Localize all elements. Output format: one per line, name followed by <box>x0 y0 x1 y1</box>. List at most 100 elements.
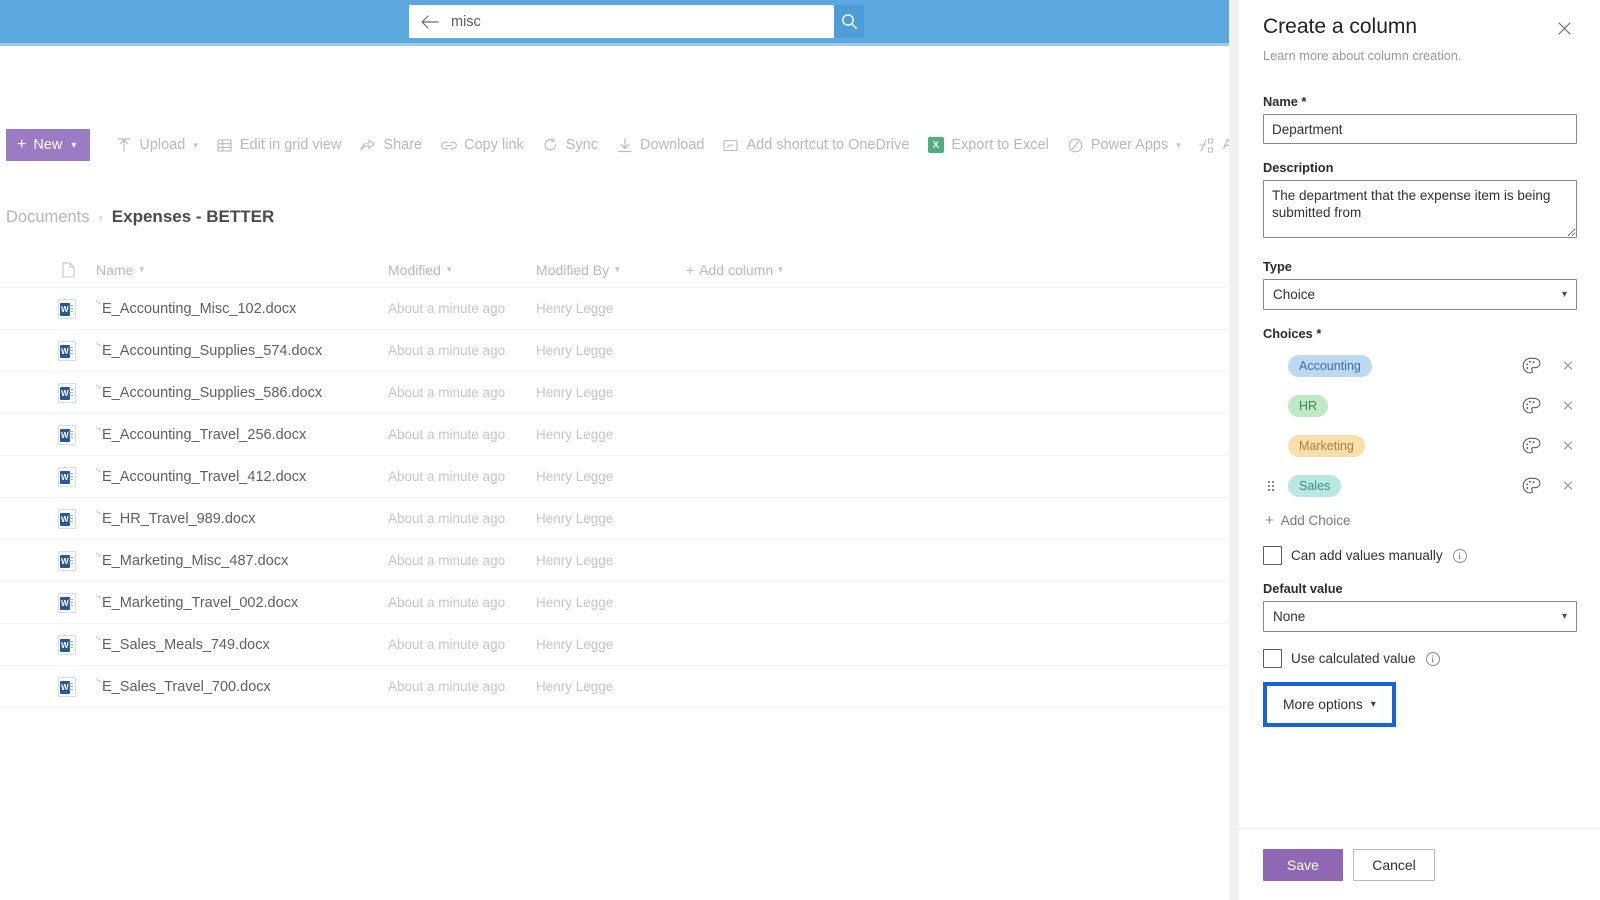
column-header-modified-by[interactable]: Modified By ▾ <box>536 262 686 278</box>
palette-icon[interactable] <box>1522 357 1541 375</box>
name-field-label: Name * <box>1263 94 1577 109</box>
file-modified-cell: About a minute ago <box>388 301 506 316</box>
can-add-values-manually-checkbox[interactable] <box>1263 546 1282 565</box>
close-icon[interactable]: ✕ <box>1561 397 1575 415</box>
panel-subtitle[interactable]: Learn more about column creation. <box>1263 48 1577 63</box>
file-name-cell[interactable]: ⤷ E_HR_Travel_989.docx <box>96 507 388 527</box>
file-modified-by-cell: Henry Legge <box>536 595 614 610</box>
type-select[interactable]: Choice ▾ <box>1263 279 1577 310</box>
table-row[interactable]: W ⤷ E_Sales_Meals_749.docx About a minute a… <box>0 624 1238 666</box>
file-modified-cell: About a minute ago <box>388 679 506 694</box>
name-input[interactable] <box>1263 114 1577 144</box>
choice-pill[interactable]: HR <box>1288 395 1329 417</box>
table-row[interactable]: W ⤷ E_Accounting_Misc_102.docx About a minu… <box>0 288 1238 330</box>
command-bar: + New ▾ Upload ▾ Edit in grid view Share <box>0 126 1238 164</box>
page-title: Create a column <box>1263 15 1418 38</box>
file-name-cell[interactable]: ⤷ E_Sales_Meals_749.docx <box>96 633 388 653</box>
power-apps-button[interactable]: Power Apps ▾ <box>1058 129 1190 161</box>
sync-button[interactable]: Sync <box>533 129 607 161</box>
back-arrow-icon[interactable] <box>419 11 441 33</box>
download-button[interactable]: Download <box>607 129 714 161</box>
column-header-modified[interactable]: Modified ▾ <box>388 262 536 278</box>
breadcrumb-current[interactable]: Expenses - BETTER <box>112 207 275 227</box>
choice-pill[interactable]: Accounting <box>1288 355 1372 377</box>
share-button[interactable]: Share <box>350 129 431 161</box>
file-name-cell[interactable]: ⤷ E_Accounting_Travel_412.docx <box>96 465 388 485</box>
file-modified-by-cell: Henry Legge <box>536 511 614 526</box>
search-input[interactable] <box>451 13 824 30</box>
file-name-label: E_Sales_Meals_749.docx <box>102 636 270 653</box>
info-icon[interactable]: i <box>1452 548 1467 563</box>
table-row[interactable]: W ⤷ E_Marketing_Misc_487.docx About a minut… <box>0 540 1238 582</box>
search-box[interactable] <box>409 5 834 38</box>
word-file-icon: W <box>0 298 96 319</box>
table-row[interactable]: W ⤷ E_Accounting_Supplies_586.docx About a … <box>0 372 1238 414</box>
upload-button[interactable]: Upload ▾ <box>106 129 206 161</box>
close-icon[interactable] <box>1551 15 1577 41</box>
chevron-down-icon: ▾ <box>1561 611 1567 622</box>
grid-icon <box>216 137 233 154</box>
add-shortcut-to-onedrive-button[interactable]: Add shortcut to OneDrive <box>714 129 919 161</box>
more-options-label: More options <box>1283 697 1363 712</box>
edit-in-grid-view-button[interactable]: Edit in grid view <box>207 129 351 161</box>
use-calculated-value-checkbox[interactable] <box>1263 649 1282 668</box>
default-value-select[interactable]: None ▾ <box>1263 601 1577 632</box>
table-row[interactable]: W ⤷ E_Marketing_Travel_002.docx About a min… <box>0 582 1238 624</box>
file-name-cell[interactable]: ⤷ E_Accounting_Misc_102.docx <box>96 297 388 317</box>
column-header-file-type[interactable] <box>0 261 96 278</box>
word-file-icon: W <box>0 508 96 529</box>
file-modified-cell: About a minute ago <box>388 469 506 484</box>
more-options-button[interactable]: More options ▾ <box>1267 686 1392 723</box>
new-button[interactable]: + New ▾ <box>6 129 91 161</box>
file-name-label: E_Accounting_Supplies_586.docx <box>102 384 323 401</box>
edit-in-grid-view-label: Edit in grid view <box>239 137 342 153</box>
chevron-down-icon: ▾ <box>446 264 452 274</box>
export-to-excel-button[interactable]: X Export to Excel <box>918 129 1058 161</box>
choices-list: Accounting ✕ HR ✕ Marketing ✕ Sales ✕ <box>1263 346 1577 506</box>
copy-link-button[interactable]: Copy link <box>431 129 533 161</box>
panel-footer: Save Cancel <box>1239 828 1600 900</box>
type-select-value: Choice <box>1273 287 1316 302</box>
table-row[interactable]: W ⤷ E_Accounting_Travel_256.docx About a mi… <box>0 414 1238 456</box>
file-name-cell[interactable]: ⤷ E_Sales_Travel_700.docx <box>96 675 388 695</box>
palette-icon[interactable] <box>1522 397 1541 415</box>
file-modified-by-cell: Henry Legge <box>536 553 614 568</box>
file-name-cell[interactable]: ⤷ E_Marketing_Misc_487.docx <box>96 549 388 569</box>
table-row[interactable]: W ⤷ E_Accounting_Supplies_574.docx About a … <box>0 330 1238 372</box>
close-icon[interactable]: ✕ <box>1561 357 1575 375</box>
shared-indicator-icon: ⤷ <box>96 296 102 307</box>
more-options-highlight: More options ▾ <box>1263 682 1396 727</box>
app-shell: + New ▾ Upload ▾ Edit in grid view Share <box>0 0 1238 900</box>
upload-icon <box>115 137 132 154</box>
file-name-cell[interactable]: ⤷ E_Marketing_Travel_002.docx <box>96 591 388 611</box>
shared-indicator-icon: ⤷ <box>96 632 102 643</box>
file-name-cell[interactable]: ⤷ E_Accounting_Supplies_574.docx <box>96 339 388 359</box>
close-icon[interactable]: ✕ <box>1561 437 1575 455</box>
download-label: Download <box>640 137 705 153</box>
palette-icon[interactable] <box>1522 437 1541 455</box>
file-list: Name ▾ Modified ▾ Modified By ▾ + Add co… <box>0 252 1238 708</box>
search-icon[interactable] <box>834 5 864 38</box>
column-header-name[interactable]: Name ▾ <box>96 262 388 278</box>
choice-pill[interactable]: Sales <box>1288 475 1342 497</box>
info-icon[interactable]: i <box>1425 651 1440 666</box>
word-file-icon: W <box>0 340 96 361</box>
add-column-button[interactable]: + Add column ▾ <box>686 262 783 278</box>
palette-icon[interactable] <box>1522 477 1541 495</box>
close-icon[interactable]: ✕ <box>1561 477 1575 495</box>
save-button[interactable]: Save <box>1263 848 1343 881</box>
drag-handle-icon[interactable] <box>1263 481 1279 491</box>
cancel-button[interactable]: Cancel <box>1353 848 1435 881</box>
chevron-down-icon: ▾ <box>1561 289 1567 300</box>
file-icon <box>62 261 75 278</box>
table-row[interactable]: W ⤷ E_HR_Travel_989.docx About a minute ago… <box>0 498 1238 540</box>
table-row[interactable]: W ⤷ E_Sales_Travel_700.docx About a minute … <box>0 666 1238 708</box>
breadcrumb-root[interactable]: Documents <box>6 208 89 227</box>
chevron-down-icon: ▾ <box>1176 139 1181 150</box>
file-name-cell[interactable]: ⤷ E_Accounting_Travel_256.docx <box>96 423 388 443</box>
file-name-cell[interactable]: ⤷ E_Accounting_Supplies_586.docx <box>96 381 388 401</box>
description-textarea[interactable] <box>1263 180 1577 238</box>
add-choice-button[interactable]: + Add Choice <box>1265 512 1577 529</box>
choice-pill[interactable]: Marketing <box>1288 435 1365 457</box>
table-row[interactable]: W ⤷ E_Accounting_Travel_412.docx About a mi… <box>0 456 1238 498</box>
